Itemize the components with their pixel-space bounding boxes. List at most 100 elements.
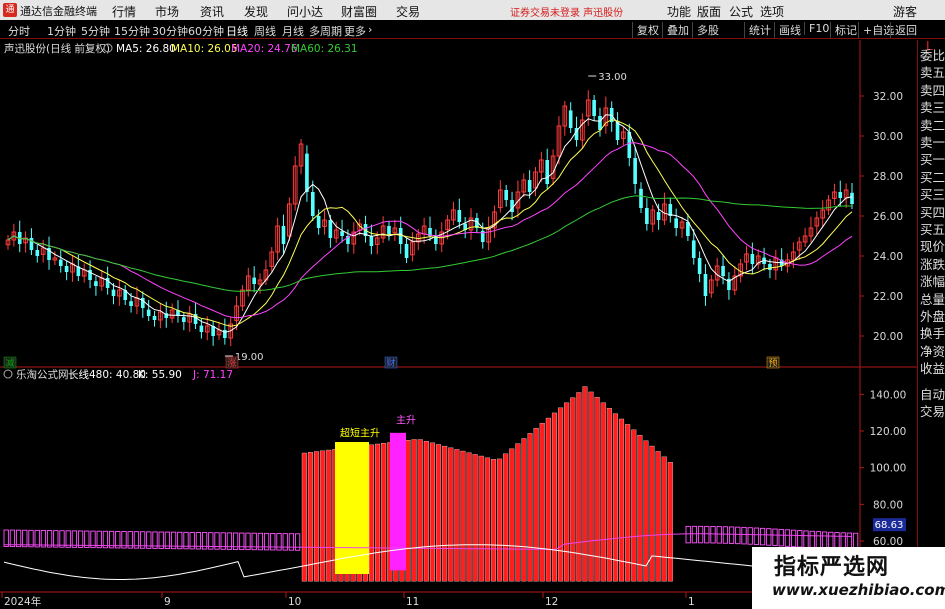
time-label-2: 10: [288, 596, 301, 608]
candle-body-down: [328, 220, 333, 238]
candle-body-down: [850, 192, 854, 204]
watermark: 指标严选网 www.xuezhibiao.com: [752, 547, 945, 609]
rally-bar: [533, 428, 539, 582]
j-band-bar: [747, 527, 753, 545]
menu-wealth[interactable]: 财富圈: [341, 3, 377, 20]
j-band-bar: [704, 525, 710, 544]
menu-ask[interactable]: 问小达: [287, 3, 323, 20]
watermark-url: www.xuezhibiao.com: [772, 581, 945, 599]
rally-bar: [606, 408, 612, 582]
overlay-button[interactable]: 叠加: [662, 22, 689, 38]
side-item-19[interactable]: 自动: [920, 387, 945, 403]
tab-60min[interactable]: 60分钟: [188, 23, 224, 39]
rally-bar: [423, 440, 429, 582]
j-band-bar: [15, 529, 22, 548]
candle-body-down: [223, 330, 227, 338]
candle-body-down: [129, 301, 133, 306]
rally-bar: [594, 397, 600, 582]
candle-body-down: [697, 258, 702, 274]
price-tick-label: 24.00: [873, 251, 903, 263]
menu-discover[interactable]: 发现: [244, 3, 268, 20]
statistics-button[interactable]: 统计: [744, 22, 771, 38]
tab-15min[interactable]: 15分钟: [114, 23, 150, 39]
candle-body-down: [146, 309, 151, 316]
menu-market[interactable]: 行情: [112, 3, 136, 20]
menu-markets[interactable]: 市场: [155, 3, 179, 20]
event-marker-3: 预: [768, 358, 777, 369]
rally-bar: [368, 444, 374, 582]
tab-monthly[interactable]: 月线: [282, 23, 304, 39]
watermark-title: 指标严选网: [774, 555, 890, 580]
tab-more[interactable]: 更多: [344, 23, 366, 39]
ind-tick-label: 100.00: [870, 463, 907, 475]
event-marker-2: 财: [386, 357, 395, 369]
ind-settings-icon: [3, 369, 13, 379]
back-button[interactable]: 返回: [890, 22, 917, 38]
side-item-15: 外盘: [920, 309, 945, 324]
side-item-16: 换手: [920, 326, 945, 342]
tab-30min[interactable]: 30分钟: [152, 23, 188, 39]
candle-body-down: [527, 180, 532, 192]
side-item-20[interactable]: 交易: [920, 404, 945, 420]
rally-bar: [405, 440, 411, 582]
menu-function[interactable]: 功能: [667, 3, 691, 20]
rally-bar: [649, 445, 655, 582]
candle-body-down: [152, 316, 157, 320]
j-band-bar: [9, 529, 16, 548]
j-band-bar: [28, 529, 34, 548]
tab-daily[interactable]: 日线: [226, 23, 248, 39]
rally-bar: [661, 456, 667, 582]
j-band-bar: [797, 530, 803, 548]
price-tick-label: 32.00: [873, 91, 903, 103]
j-band-bar: [294, 533, 301, 551]
multi-stock-button[interactable]: 多股: [692, 22, 719, 38]
candle-body-down: [598, 116, 602, 130]
mark-button[interactable]: 标记: [830, 22, 857, 38]
side-item-9: 买四: [920, 204, 945, 220]
rally-bar: [417, 439, 423, 582]
side-item-10: 买五: [920, 222, 945, 237]
candle-body-down: [457, 210, 462, 222]
ma60-line: [7, 195, 853, 292]
j-band-bar: [821, 531, 828, 549]
menu-trade[interactable]: 交易: [396, 3, 420, 20]
kline-chart[interactable]: 32.00 30.00 28.00 26.00 24.00 22.00 20.00 33.00…: [0, 40, 917, 609]
menu-formula[interactable]: 公式: [729, 3, 753, 20]
period-tab-bar: 分时 1分钟 5分钟 15分钟 30分钟 60分钟 日线 周线 月线 多周期 更…: [0, 20, 945, 39]
side-item-17: 净资: [920, 343, 945, 359]
candle-body-down: [369, 236, 374, 246]
add-watchlist-button[interactable]: +自选: [858, 22, 894, 38]
side-item-18: 收益: [920, 361, 945, 377]
rally-bar: [588, 391, 594, 582]
menu-options[interactable]: 选项: [760, 3, 784, 20]
rally-bar: [503, 453, 509, 582]
ind-legend-1: K: 55.90: [138, 369, 182, 381]
login-warning[interactable]: 证券交易未登录 声迅股份: [510, 4, 623, 19]
j-band-bar: [766, 528, 772, 546]
candle-body-down: [592, 100, 596, 116]
tab-1min[interactable]: 1分钟: [47, 23, 76, 39]
event-marker-1: 涨: [227, 358, 236, 369]
tab-multi-period[interactable]: 多周期: [309, 23, 342, 39]
high-annotation: 33.00: [598, 72, 627, 83]
price-tick-label: 20.00: [873, 331, 903, 343]
menu-news[interactable]: 资讯: [200, 3, 224, 20]
draw-line-button[interactable]: 画线: [774, 22, 801, 38]
time-label-4: 12: [545, 596, 558, 608]
candle-body-down: [58, 259, 63, 266]
side-item-5: 卖一: [920, 135, 945, 150]
rally-bar: [436, 444, 442, 582]
j-band-bar: [790, 529, 797, 548]
side-item-13: 涨幅: [920, 274, 945, 290]
more-chevron-icon[interactable]: ›: [368, 23, 372, 36]
guest-button[interactable]: 游客: [893, 3, 917, 20]
tab-5min[interactable]: 5分钟: [81, 23, 110, 39]
tab-timeshare[interactable]: 分时: [8, 23, 30, 39]
candle-body-down: [768, 264, 772, 270]
f10-button[interactable]: F10: [804, 22, 829, 35]
rally-bar: [655, 451, 661, 582]
menu-layout[interactable]: 版面: [697, 3, 721, 20]
price-tick-label: 30.00: [873, 131, 903, 143]
tab-weekly[interactable]: 周线: [254, 23, 276, 39]
adjust-button[interactable]: 复权: [632, 22, 659, 38]
